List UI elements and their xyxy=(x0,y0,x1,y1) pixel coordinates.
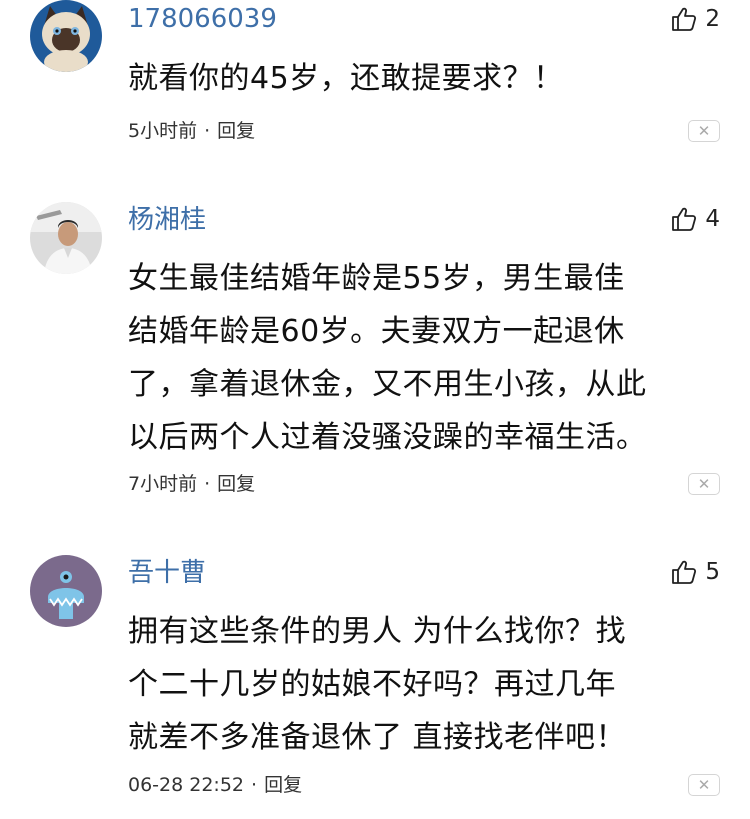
avatar[interactable] xyxy=(30,0,102,72)
thumbs-up-icon xyxy=(672,7,697,31)
like-button[interactable]: 2 xyxy=(671,2,720,36)
close-icon: ✕ xyxy=(697,775,711,794)
username[interactable]: 杨湘桂 xyxy=(128,203,206,237)
comment-content: 拥有这些条件的男人 为什么找你？找 个二十几岁的姑娘不好吗？再过几年 就差不多准… xyxy=(128,614,627,755)
close-icon: ✕ xyxy=(697,474,711,493)
man-photo-avatar-icon xyxy=(30,202,102,274)
blue-monster-avatar-icon xyxy=(30,555,102,627)
like-button[interactable]: 5 xyxy=(671,555,720,589)
comment-time: 06-28 22:52 xyxy=(128,774,245,796)
like-count: 2 xyxy=(705,6,720,32)
comment-content: 女生最佳结婚年龄是55岁，男生最佳 结婚年龄是60岁。夫妻双方一起退休 了，拿着… xyxy=(128,261,647,455)
separator-dot: · xyxy=(251,774,258,796)
reply-button[interactable]: 回复 xyxy=(217,120,255,142)
comment-meta: 5小时前 · 回复 xyxy=(128,117,255,145)
comment-content: 就看你的45岁，还敢提要求？！ xyxy=(128,61,564,96)
thumbs-up-icon xyxy=(672,207,697,231)
siamese-cat-avatar-icon xyxy=(30,0,102,72)
close-button[interactable]: ✕ xyxy=(688,473,720,495)
avatar[interactable] xyxy=(30,555,102,627)
like-count: 5 xyxy=(705,559,720,585)
username[interactable]: 178066039 xyxy=(128,2,277,36)
comment-time: 7小时前 xyxy=(128,473,198,495)
separator-dot: · xyxy=(204,473,211,495)
reply-button[interactable]: 回复 xyxy=(217,473,255,495)
thumbs-up-icon xyxy=(672,560,697,584)
comment-time: 5小时前 xyxy=(128,120,198,142)
username[interactable]: 吾十曹 xyxy=(128,556,206,590)
close-icon: ✕ xyxy=(697,121,711,140)
avatar[interactable] xyxy=(30,202,102,274)
reply-button[interactable]: 回复 xyxy=(264,774,302,796)
comment-meta: 06-28 22:52 · 回复 xyxy=(128,771,302,799)
like-button[interactable]: 4 xyxy=(671,202,720,236)
close-button[interactable]: ✕ xyxy=(688,120,720,142)
close-button[interactable]: ✕ xyxy=(688,774,720,796)
comment-meta: 7小时前 · 回复 xyxy=(128,470,255,498)
separator-dot: · xyxy=(204,120,211,142)
like-count: 4 xyxy=(705,206,720,232)
